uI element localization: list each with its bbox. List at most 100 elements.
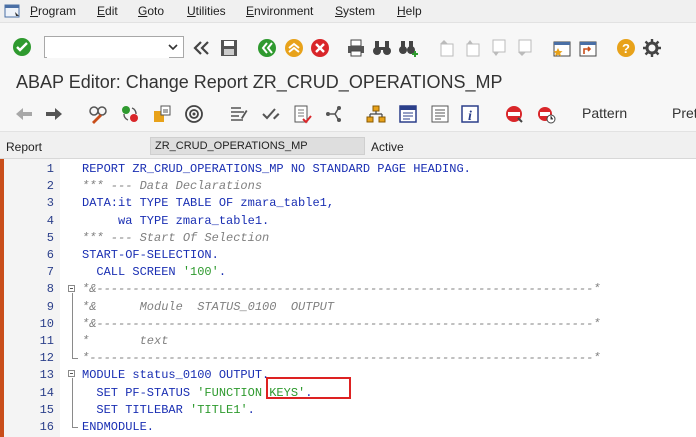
code-string: '100' xyxy=(182,265,219,280)
other-object-icon[interactable] xyxy=(152,104,172,124)
enhancement-icon[interactable] xyxy=(430,104,450,124)
line-number: 3 xyxy=(46,196,54,211)
menu-label-rest: nvironment xyxy=(254,4,314,18)
code-line[interactable]: *** --- Start Of Selection xyxy=(82,231,269,245)
line-number: 11 xyxy=(39,334,54,348)
page-title: ABAP Editor: Change Report ZR_CRUD_OPERA… xyxy=(16,72,503,92)
arrow-right-icon[interactable] xyxy=(44,104,64,124)
pretty-printer-button[interactable]: Pret xyxy=(672,105,696,121)
external-breakpoint-icon[interactable] xyxy=(536,104,556,124)
code-keyword: SET PF-STATUS xyxy=(82,385,198,400)
menu-program[interactable]: Program xyxy=(30,4,76,18)
code-line[interactable]: SET TITLEBAR 'TITLE1'. xyxy=(82,402,255,417)
menu-label-rest: oto xyxy=(147,4,165,18)
code-comment: *** --- Data Declarations xyxy=(82,179,263,194)
code-line[interactable]: MODULE status_0100 OUTPUT. xyxy=(82,368,269,382)
menu-bar: Program Edit Goto Utilities Environment Syste… xyxy=(0,0,696,23)
set-breakpoint-icon[interactable] xyxy=(504,104,524,124)
code-line[interactable]: START-OF-SELECTION. xyxy=(82,248,219,262)
active-inactive-icon[interactable] xyxy=(120,104,140,124)
code-keyword: CALL SCREEN xyxy=(82,265,183,280)
code-line[interactable]: *&--------------------------------------… xyxy=(82,317,600,331)
code-keyword: REPORT ZR_CRUD_OPERATIONS_MP NO STANDARD… xyxy=(82,162,471,176)
code-line[interactable]: *&--------------------------------------… xyxy=(82,282,600,296)
code-line[interactable]: DATA:it TYPE TABLE OF zmara_table1, xyxy=(82,196,334,210)
code-line[interactable]: CALL SCREEN '100'. xyxy=(82,265,226,279)
next-page-icon xyxy=(492,39,506,56)
activate-icon[interactable] xyxy=(292,104,312,124)
save-icon[interactable] xyxy=(219,38,239,58)
code-keyword: START-OF-SELECTION. xyxy=(82,248,219,262)
code-comment: *---------------------------------------… xyxy=(82,351,601,366)
code-line[interactable]: wa TYPE zmara_table1. xyxy=(82,214,269,228)
create-session-icon[interactable] xyxy=(552,38,572,58)
code-line[interactable]: *& Module STATUS_0100 OUTPUT xyxy=(82,300,334,314)
code-line[interactable]: * text xyxy=(82,334,168,348)
menu-goto[interactable]: Goto xyxy=(138,4,164,18)
code-keyword: MODULE status_0100 OUTPUT. xyxy=(82,368,270,383)
line-number: 16 xyxy=(39,420,54,434)
menu-label-rest: elp xyxy=(405,4,422,18)
menu-system[interactable]: System xyxy=(335,4,375,18)
svg-text:?: ? xyxy=(622,41,630,56)
pattern-button[interactable]: Pattern xyxy=(582,105,627,121)
fold-toggle[interactable] xyxy=(68,285,75,292)
command-input[interactable] xyxy=(47,38,169,58)
print-icon[interactable] xyxy=(346,38,366,58)
command-field[interactable] xyxy=(44,36,184,58)
code-line[interactable]: REPORT ZR_CRUD_OPERATIONS_MP NO STANDARD… xyxy=(82,162,471,176)
code-comment: *&--------------------------------------… xyxy=(82,282,601,297)
object-list-icon[interactable] xyxy=(366,104,386,124)
menu-environment[interactable]: Environment xyxy=(246,4,313,18)
code-comment: * text xyxy=(82,334,169,348)
find-icon[interactable] xyxy=(372,38,392,58)
code-keyword: . xyxy=(247,402,255,417)
menu-mnemonic: E xyxy=(97,4,106,18)
check-syntax-icon[interactable] xyxy=(260,104,280,124)
test-run-icon[interactable] xyxy=(324,104,344,124)
fold-guide xyxy=(72,293,73,359)
exit-icon[interactable] xyxy=(284,38,304,58)
last-page-icon xyxy=(518,39,532,56)
sap-gui-menu-icon[interactable] xyxy=(4,3,22,19)
menu-mnemonic: U xyxy=(187,4,196,18)
fold-toggle[interactable] xyxy=(68,370,75,377)
line-number: 13 xyxy=(39,368,54,383)
code-editor[interactable]: 1 2 3 4 5 6 7 8 9 10 11 12 13 14 15 16 REPORT ZR_CRUD_O… xyxy=(0,159,696,437)
chevron-down-icon[interactable] xyxy=(166,40,180,54)
where-used-icon[interactable] xyxy=(184,104,204,124)
menu-help[interactable]: Help xyxy=(397,4,422,18)
arrow-left-icon[interactable] xyxy=(14,104,34,124)
code-keyword: DATA:it TYPE TABLE OF zmara_table1, xyxy=(82,196,335,211)
info-icon[interactable]: i xyxy=(460,104,480,124)
code-line[interactable]: ENDMODULE. xyxy=(82,420,154,434)
pretty-print-icon[interactable] xyxy=(228,104,248,124)
double-chevron-left-icon[interactable] xyxy=(192,38,212,58)
fold-guide-end xyxy=(72,358,78,359)
report-header-row: Report ZR_CRUD_OPERATIONS_MP Active xyxy=(0,132,696,159)
shortcut-icon[interactable] xyxy=(578,38,598,58)
navigation-window-icon[interactable] xyxy=(398,104,418,124)
code-line[interactable]: *---------------------------------------… xyxy=(82,351,600,365)
enter-check-icon[interactable] xyxy=(12,37,32,57)
line-number: 5 xyxy=(46,230,54,245)
cancel-icon[interactable] xyxy=(310,38,330,58)
menu-label-rest: tilities xyxy=(195,4,226,18)
previous-page-icon xyxy=(466,40,480,57)
code-comment: *& Module STATUS_0100 OUTPUT xyxy=(82,299,335,314)
menu-utilities[interactable]: Utilities xyxy=(187,4,226,18)
menu-label-rest: rogram xyxy=(38,4,77,18)
code-keyword: SET TITLEBAR xyxy=(82,402,191,417)
menu-mnemonic: H xyxy=(397,4,406,18)
line-number: 9 xyxy=(46,299,54,314)
help-icon[interactable]: ? xyxy=(616,38,636,58)
settings-gear-icon[interactable] xyxy=(642,38,662,58)
back-icon[interactable] xyxy=(257,38,277,58)
code-keyword: wa TYPE zmara_table1. xyxy=(82,213,270,228)
display-change-icon[interactable] xyxy=(88,104,108,124)
report-status: Active xyxy=(371,140,404,154)
code-keyword: . xyxy=(218,265,227,280)
code-line[interactable]: *** --- Data Declarations xyxy=(82,179,262,193)
menu-edit[interactable]: Edit xyxy=(97,4,118,18)
find-next-icon[interactable] xyxy=(398,38,418,58)
